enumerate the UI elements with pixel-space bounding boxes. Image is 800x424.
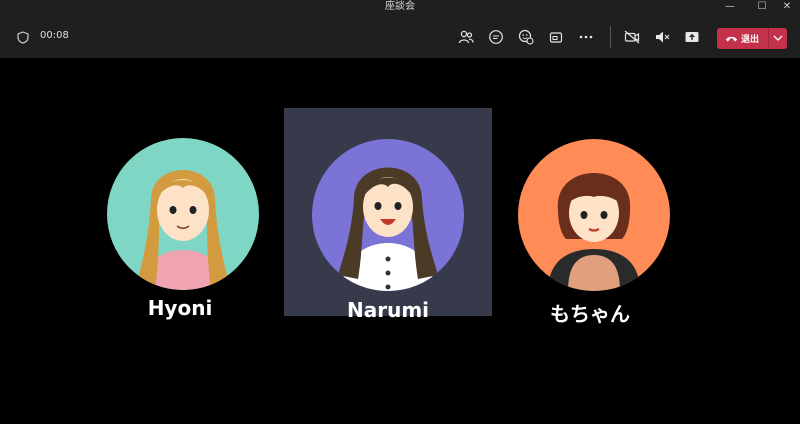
meeting-toolbar: 00:08 退出 [0,14,800,58]
people-icon[interactable] [457,28,475,46]
share-screen-icon[interactable] [683,28,701,46]
chat-icon[interactable] [487,28,505,46]
phone-hangup-icon [726,36,737,42]
close-icon[interactable]: ✕ [776,0,798,14]
participant-avatar-mochan[interactable] [518,139,670,291]
leave-options-button[interactable] [769,28,787,49]
participant-name: もちゃん [550,302,630,326]
participant-name: Narumi [346,298,430,322]
mic-muted-icon[interactable] [653,28,671,46]
share-tray-icon[interactable] [547,28,565,46]
maximize-icon[interactable]: ☐ [751,0,773,14]
toolbar-divider [610,26,611,48]
camera-off-icon[interactable] [623,28,641,46]
more-icon[interactable] [577,28,595,46]
leave-main-button[interactable]: 退出 [717,28,767,49]
leave-button[interactable]: 退出 [717,28,787,49]
leave-label: 退出 [741,35,760,45]
call-timer: 00:08 [40,30,69,41]
shield-icon [17,29,29,48]
participant-avatar-narumi[interactable] [312,139,464,291]
chevron-down-icon [773,35,783,41]
reactions-icon[interactable] [517,28,535,46]
minimize-icon[interactable]: — [719,0,741,14]
participant-name: Hyoni [147,296,213,320]
title-bar: 座談会 — ☐ ✕ [0,0,800,14]
window-title: 座談会 [385,1,415,12]
participant-avatar-hyoni[interactable] [107,138,259,290]
